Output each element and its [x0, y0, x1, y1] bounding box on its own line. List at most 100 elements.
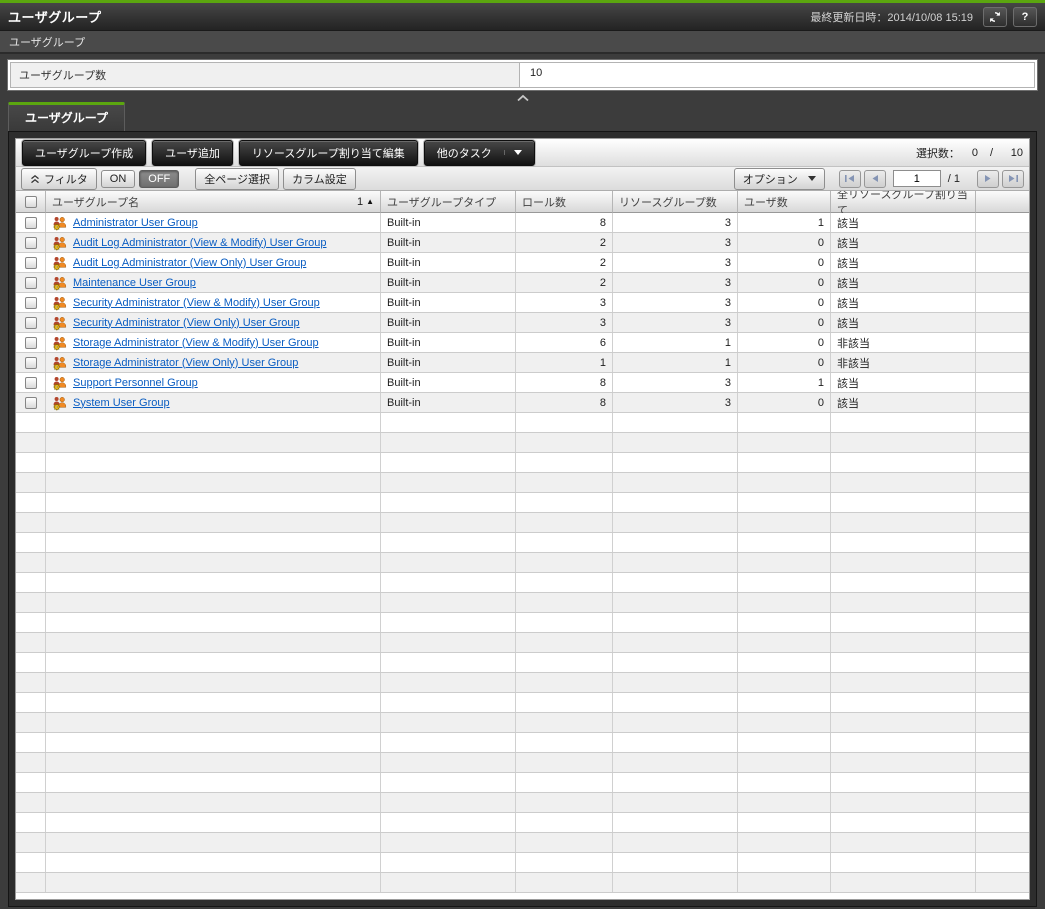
- cell-resource-groups-empty: [613, 533, 738, 552]
- cell-users-empty: [738, 433, 831, 452]
- cell-roles: 3: [516, 293, 613, 312]
- cell-users-empty: [738, 773, 831, 792]
- cell-users-empty: [738, 813, 831, 832]
- table-row: Audit Log Administrator (View Only) User…: [16, 253, 1029, 273]
- user-group-link[interactable]: Security Administrator (View Only) User …: [73, 317, 300, 329]
- first-page-button[interactable]: [839, 170, 861, 188]
- cell-users: 0: [738, 313, 831, 332]
- row-checkbox[interactable]: [25, 377, 37, 389]
- add-user-button[interactable]: ユーザ追加: [152, 140, 233, 166]
- cell-all-rg-empty: [831, 433, 976, 452]
- prev-page-button[interactable]: [864, 170, 886, 188]
- user-group-link[interactable]: Audit Log Administrator (View Only) User…: [73, 257, 306, 269]
- last-page-button[interactable]: [1002, 170, 1024, 188]
- row-checkbox[interactable]: [25, 257, 37, 269]
- cell-resource-groups-empty: [613, 833, 738, 852]
- refresh-icon: [988, 10, 1002, 24]
- cell-resource-groups-empty: [613, 633, 738, 652]
- cell-type: Built-in: [381, 353, 516, 372]
- cell-type-empty: [381, 753, 516, 772]
- row-checkbox[interactable]: [25, 397, 37, 409]
- cell-users-empty: [738, 633, 831, 652]
- row-checkbox[interactable]: [25, 357, 37, 369]
- select-all-pages-button[interactable]: 全ページ選択: [195, 168, 279, 190]
- column-header-users[interactable]: ユーザ数: [738, 191, 831, 213]
- cell-checkbox-empty: [16, 453, 46, 472]
- selected-count: 0: [960, 147, 978, 159]
- column-header-roles[interactable]: ロール数: [516, 191, 613, 213]
- cell-user-group-name: Security Administrator (View & Modify) U…: [46, 293, 381, 312]
- cell-name-empty: [46, 713, 381, 732]
- cell-checkbox-empty: [16, 653, 46, 672]
- cell-name-empty: [46, 633, 381, 652]
- empty-table-row: [16, 433, 1029, 453]
- user-group-link[interactable]: Storage Administrator (View Only) User G…: [73, 357, 298, 369]
- cell-name-empty: [46, 733, 381, 752]
- row-checkbox[interactable]: [25, 337, 37, 349]
- column-header-spare: [976, 191, 1029, 213]
- user-groups-page: ユーザグループ 最終更新日時：2014/10/08 15:19 ? ユーザグルー…: [0, 0, 1045, 909]
- cell-roles-empty: [516, 593, 613, 612]
- cell-all-rg-empty: [831, 493, 976, 512]
- cell-all-rg: 非該当: [831, 333, 976, 352]
- page-number-input[interactable]: [893, 170, 941, 187]
- cell-resource-groups-empty: [613, 733, 738, 752]
- empty-table-row: [16, 793, 1029, 813]
- cell-roles: 6: [516, 333, 613, 352]
- options-button[interactable]: オプション: [734, 168, 825, 190]
- cell-users: 1: [738, 213, 831, 232]
- user-group-link[interactable]: Storage Administrator (View & Modify) Us…: [73, 337, 319, 349]
- cell-users-empty: [738, 673, 831, 692]
- refresh-button[interactable]: [983, 7, 1007, 27]
- page-title: ユーザグループ: [8, 7, 101, 26]
- cell-users: 0: [738, 353, 831, 372]
- filter-off-button[interactable]: OFF: [139, 170, 179, 188]
- cell-all-rg: 該当: [831, 273, 976, 292]
- cell-users-empty: [738, 613, 831, 632]
- column-header-name[interactable]: ユーザグループ名 1▲: [46, 191, 381, 213]
- cell-type: Built-in: [381, 233, 516, 252]
- user-group-icon: [52, 355, 68, 371]
- cell-spare-empty: [976, 653, 1029, 672]
- user-group-link[interactable]: Maintenance User Group: [73, 277, 196, 289]
- user-group-link[interactable]: Audit Log Administrator (View & Modify) …: [73, 237, 327, 249]
- column-header-all-rg[interactable]: 全リソースグループ割り当て: [831, 191, 976, 213]
- cell-checkbox: [16, 313, 46, 332]
- cell-checkbox: [16, 353, 46, 372]
- help-button[interactable]: ?: [1013, 7, 1037, 27]
- row-checkbox[interactable]: [25, 317, 37, 329]
- cell-roles: 8: [516, 393, 613, 412]
- filter-on-button[interactable]: ON: [101, 170, 136, 188]
- cell-user-group-name: Storage Administrator (View Only) User G…: [46, 353, 381, 372]
- row-checkbox[interactable]: [25, 297, 37, 309]
- next-page-button[interactable]: [977, 170, 999, 188]
- create-user-group-button[interactable]: ユーザグループ作成: [22, 140, 146, 166]
- row-checkbox[interactable]: [25, 217, 37, 229]
- cell-name-empty: [46, 573, 381, 592]
- cell-checkbox-empty: [16, 633, 46, 652]
- cell-roles: 2: [516, 233, 613, 252]
- user-group-link[interactable]: Security Administrator (View & Modify) U…: [73, 297, 320, 309]
- cell-users-empty: [738, 513, 831, 532]
- user-group-link[interactable]: Administrator User Group: [73, 217, 198, 229]
- empty-table-row: [16, 873, 1029, 893]
- user-group-link[interactable]: Support Personnel Group: [73, 377, 198, 389]
- column-header-resource-groups[interactable]: リソースグループ数: [613, 191, 738, 213]
- row-checkbox[interactable]: [25, 277, 37, 289]
- cell-name-empty: [46, 853, 381, 872]
- column-header-type[interactable]: ユーザグループタイプ: [381, 191, 516, 213]
- column-settings-button[interactable]: カラム設定: [283, 168, 356, 190]
- cell-checkbox: [16, 233, 46, 252]
- select-all-checkbox[interactable]: [25, 196, 37, 208]
- cell-users: 0: [738, 293, 831, 312]
- user-group-link[interactable]: System User Group: [73, 397, 170, 409]
- filter-button[interactable]: フィルタ: [21, 168, 97, 190]
- cell-checkbox: [16, 213, 46, 232]
- edit-resource-group-assignment-button[interactable]: リソースグループ割り当て編集: [239, 140, 418, 166]
- summary-collapse-toggle[interactable]: [0, 91, 1045, 105]
- tab-user-groups[interactable]: ユーザグループ: [8, 102, 125, 131]
- cell-checkbox: [16, 293, 46, 312]
- row-checkbox[interactable]: [25, 237, 37, 249]
- cell-users: 0: [738, 233, 831, 252]
- other-tasks-button[interactable]: 他のタスク: [424, 140, 535, 166]
